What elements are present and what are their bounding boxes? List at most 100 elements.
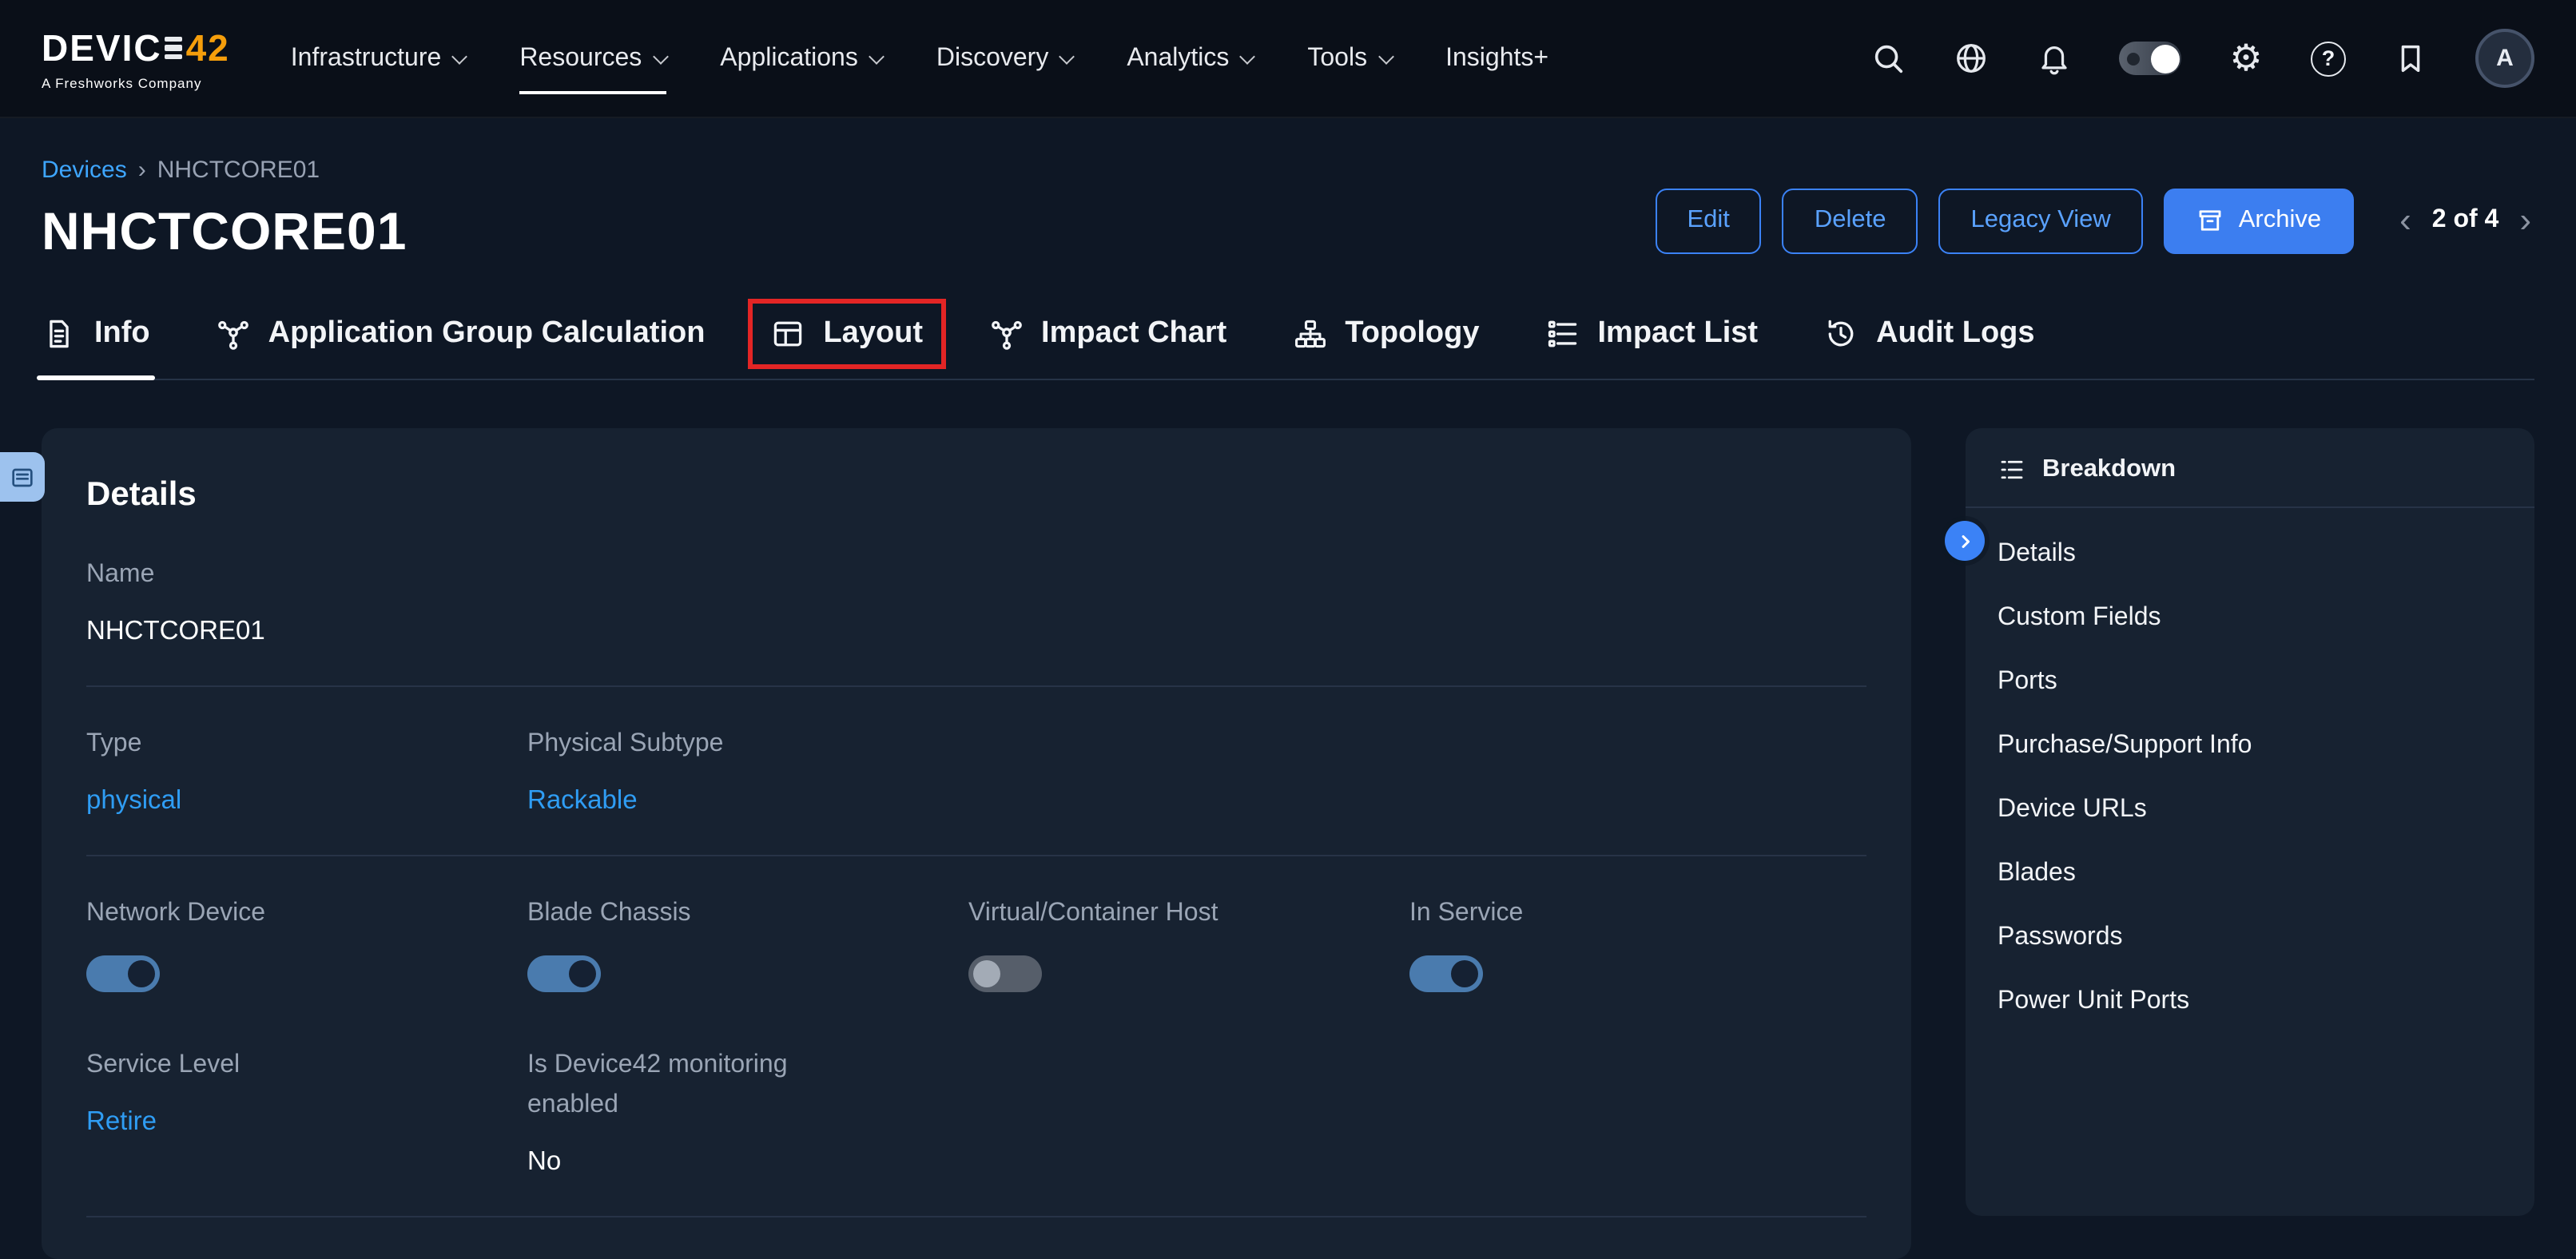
field-blade-chassis: Blade Chassis	[527, 894, 968, 993]
nav-item-applications[interactable]: Applications	[720, 30, 882, 87]
user-avatar[interactable]: A	[2475, 29, 2534, 88]
field-service-level: Service Level Retire	[86, 1047, 527, 1178]
breadcrumb-devices-link[interactable]: Devices	[42, 157, 127, 184]
breakdown-item-details[interactable]: Details	[1966, 522, 2534, 586]
legacy-view-button[interactable]: Legacy View	[1939, 188, 2143, 253]
edit-button[interactable]: Edit	[1655, 188, 1761, 253]
tab-topology[interactable]: Topology	[1292, 316, 1479, 351]
archive-button[interactable]: Archive	[2164, 188, 2353, 253]
layout-icon	[770, 316, 805, 351]
help-icon[interactable]: ?	[2311, 41, 2346, 76]
field-monitoring-enabled: Is Device42 monitoring enabled No	[527, 1047, 968, 1178]
nav-item-infrastructure[interactable]: Infrastructure	[291, 30, 466, 87]
search-icon[interactable]	[1870, 40, 1906, 77]
field-name: Name NHCTCORE01	[86, 556, 1866, 647]
details-heading: Details	[86, 428, 1866, 514]
delete-button[interactable]: Delete	[1783, 188, 1918, 253]
tab-impact-list[interactable]: Impact List	[1544, 316, 1758, 351]
divider	[86, 1216, 1866, 1217]
breakdown-item-blades[interactable]: Blades	[1966, 842, 2534, 906]
breakdown-list: Details Custom Fields Ports Purchase/Sup…	[1966, 508, 2534, 1048]
type-row: Type physical Physical Subtype Rackable	[86, 725, 1866, 816]
nav-item-resources[interactable]: Resources	[519, 30, 666, 87]
field-physical-subtype: Physical Subtype Rackable	[527, 725, 968, 816]
molecule-icon	[988, 316, 1024, 351]
bookmark-icon[interactable]	[2392, 40, 2429, 77]
breakdown-item-custom-fields[interactable]: Custom Fields	[1966, 586, 2534, 650]
chevron-down-icon	[1377, 48, 1393, 64]
service-row: Service Level Retire Is Device42 monitor…	[86, 1047, 1866, 1178]
app-root: DEVIC 42 A Freshworks Company Infrastruc…	[0, 0, 2576, 1240]
tab-audit-logs[interactable]: Audit Logs	[1823, 316, 2034, 351]
archive-icon	[2196, 206, 2224, 235]
logo-text-prefix: DEVIC	[42, 26, 162, 70]
logo-tagline: A Freshworks Company	[42, 74, 230, 90]
details-card: Details Name NHCTCORE01 Type physical Ph…	[42, 428, 1911, 1259]
network-device-toggle[interactable]	[86, 956, 160, 993]
chevron-down-icon	[1059, 48, 1075, 64]
field-type: Type physical	[86, 725, 527, 816]
breadcrumb-current: NHCTCORE01	[157, 157, 320, 184]
device42-logo[interactable]: DEVIC 42 A Freshworks Company	[42, 26, 230, 90]
logo-wordmark: DEVIC 42	[42, 26, 230, 70]
tab-application-group-calculation[interactable]: Application Group Calculation	[216, 316, 706, 351]
nav-item-insights[interactable]: Insights+	[1445, 30, 1548, 87]
chevron-down-icon	[652, 48, 668, 64]
next-record-icon[interactable]: ›	[2516, 203, 2534, 238]
tab-impact-chart[interactable]: Impact Chart	[988, 316, 1226, 351]
in-service-toggle[interactable]	[1409, 956, 1483, 993]
topology-icon	[1292, 316, 1327, 351]
breakdown-item-power-unit-ports[interactable]: Power Unit Ports	[1966, 970, 2534, 1034]
globe-icon[interactable]	[1953, 40, 1990, 77]
nav-item-analytics[interactable]: Analytics	[1127, 30, 1253, 87]
nav-item-discovery[interactable]: Discovery	[936, 30, 1072, 87]
blade-chassis-toggle[interactable]	[527, 956, 601, 993]
field-in-service: In Service	[1409, 894, 1851, 993]
breakdown-item-purchase-support-info[interactable]: Purchase/Support Info	[1966, 714, 2534, 778]
breadcrumb: Devices › NHCTCORE01	[42, 157, 407, 184]
page-actions: Edit Delete Legacy View Archive ‹ 2 of 4…	[1655, 188, 2534, 253]
left-panel-expander[interactable]	[0, 452, 45, 502]
field-value-name: NHCTCORE01	[86, 617, 1866, 647]
chevron-down-icon	[869, 48, 885, 64]
divider	[86, 854, 1866, 856]
service-level-link[interactable]: Retire	[86, 1107, 527, 1138]
chevron-down-icon	[451, 48, 467, 64]
breakdown-panel: Breakdown Details Custom Fields Ports Pu…	[1966, 428, 2534, 1216]
breakdown-header: Breakdown	[1966, 428, 2534, 508]
monitoring-value: No	[527, 1147, 968, 1178]
molecule-icon	[216, 316, 251, 351]
field-virtual-container-host: Virtual/Container Host	[968, 894, 1409, 993]
document-icon	[42, 316, 77, 351]
breakdown-list-icon	[1998, 455, 2026, 484]
settings-gear-icon[interactable]: ⚙	[2228, 40, 2264, 77]
main-nav: Infrastructure Resources Applications Di…	[291, 30, 1548, 87]
page-title: NHCTCORE01	[42, 201, 407, 262]
detail-tabs: Info Application Group Calculation Layou…	[42, 316, 2534, 380]
page-header-left: Devices › NHCTCORE01 NHCTCORE01	[42, 157, 407, 262]
notifications-bell-icon[interactable]	[2036, 40, 2073, 77]
collapse-panel-button[interactable]	[1945, 521, 1985, 561]
chevron-right-icon	[1954, 530, 1976, 552]
panel-list-icon	[10, 464, 35, 490]
history-icon	[1823, 316, 1858, 351]
page-header: Devices › NHCTCORE01 NHCTCORE01 Edit Del…	[0, 157, 2576, 262]
breakdown-item-passwords[interactable]: Passwords	[1966, 906, 2534, 970]
tab-info[interactable]: Info	[42, 316, 150, 351]
record-pager: ‹ 2 of 4 ›	[2396, 203, 2534, 238]
content-area: Details Name NHCTCORE01 Type physical Ph…	[0, 428, 2576, 1259]
chevron-down-icon	[1239, 48, 1255, 64]
physical-subtype-link[interactable]: Rackable	[527, 785, 968, 816]
top-navbar: DEVIC 42 A Freshworks Company Infrastruc…	[0, 0, 2576, 118]
breakdown-item-ports[interactable]: Ports	[1966, 650, 2534, 714]
navbar-actions: ⚙ ? A	[1870, 29, 2534, 88]
prev-record-icon[interactable]: ‹	[2396, 203, 2415, 238]
list-icon	[1544, 316, 1580, 351]
type-link[interactable]: physical	[86, 785, 527, 816]
divider	[86, 685, 1866, 687]
tab-layout[interactable]: Layout	[770, 316, 923, 351]
breakdown-item-device-urls[interactable]: Device URLs	[1966, 778, 2534, 842]
virtual-container-host-toggle[interactable]	[968, 956, 1042, 993]
theme-toggle[interactable]	[2119, 42, 2181, 75]
nav-item-tools[interactable]: Tools	[1307, 30, 1391, 87]
